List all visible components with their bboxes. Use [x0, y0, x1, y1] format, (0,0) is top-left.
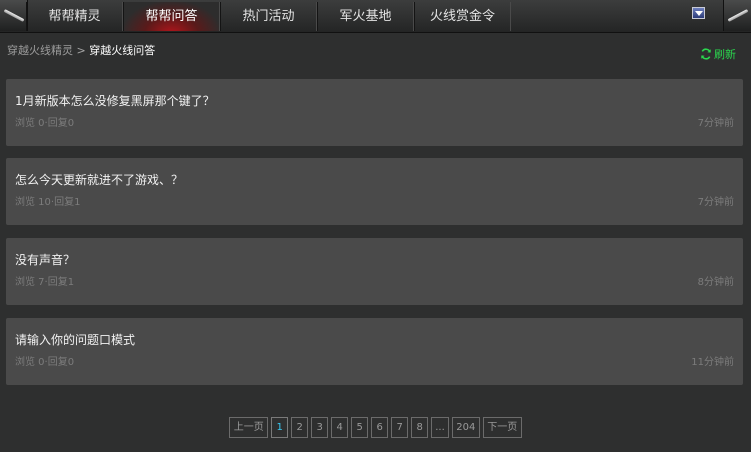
- page-button-current[interactable]: 1: [271, 417, 289, 438]
- tab-bangbang-wenda[interactable]: 帮帮问答: [123, 2, 220, 31]
- refresh-icon: [701, 48, 711, 60]
- question-title[interactable]: 请输入你的问题口模式: [15, 331, 135, 348]
- question-item[interactable]: 没有声音？ 浏览 7·回复1 8分钟前: [6, 238, 743, 305]
- question-title[interactable]: 怎么今天更新就进不了游戏、？: [15, 171, 183, 188]
- page-button[interactable]: 6: [371, 417, 389, 438]
- breadcrumb-root-link[interactable]: 穿越火线精灵: [7, 44, 73, 57]
- tab-junhuo-jidi[interactable]: 军火基地: [317, 2, 414, 31]
- next-page-button[interactable]: 下一页: [482, 417, 522, 438]
- question-stats: 浏览 7·回复1: [15, 277, 75, 288]
- tab-remen-huodong[interactable]: 热门活动: [220, 2, 317, 31]
- tab-bangbang-jingling[interactable]: 帮帮精灵: [26, 2, 123, 31]
- question-item[interactable]: 1月新版本怎么没修复黑屏那个键了？ 浏览 0·回复0 7分钟前: [6, 79, 743, 146]
- right-blade-ornament: [723, 0, 751, 31]
- chevron-down-icon[interactable]: [692, 7, 705, 19]
- page-button[interactable]: 2: [291, 417, 309, 438]
- question-stats: 浏览 0·回复0: [15, 118, 75, 129]
- left-blade-ornament: [0, 0, 28, 31]
- page-ellipsis: ...: [431, 417, 449, 438]
- refresh-button[interactable]: 刷新: [700, 46, 736, 62]
- question-time: 8分钟前: [697, 277, 734, 288]
- question-stats: 浏览 10·回复1: [15, 197, 81, 208]
- pagination: 上一页 1 2 3 4 5 6 7 8 ... 204 下一页: [0, 417, 751, 438]
- breadcrumb-current: 穿越火线问答: [89, 44, 156, 57]
- breadcrumb-separator: >: [76, 44, 86, 57]
- tab-huoxian-shangjinling[interactable]: 火线赏金令: [414, 2, 511, 31]
- page-button[interactable]: 4: [331, 417, 349, 438]
- question-item[interactable]: 请输入你的问题口模式 浏览 0·回复0 11分钟前: [6, 318, 743, 385]
- page-button-last[interactable]: 204: [451, 417, 480, 438]
- question-title[interactable]: 1月新版本怎么没修复黑屏那个键了？: [15, 92, 215, 109]
- page-button[interactable]: 7: [391, 417, 409, 438]
- page-button[interactable]: 8: [411, 417, 429, 438]
- question-time: 11分钟前: [691, 357, 734, 368]
- question-stats: 浏览 0·回复0: [15, 357, 75, 368]
- question-title[interactable]: 没有声音？: [15, 251, 75, 268]
- page-button[interactable]: 5: [351, 417, 369, 438]
- prev-page-button[interactable]: 上一页: [229, 417, 269, 438]
- question-time: 7分钟前: [697, 197, 734, 208]
- question-time: 7分钟前: [697, 118, 734, 129]
- question-item[interactable]: 怎么今天更新就进不了游戏、？ 浏览 10·回复1 7分钟前: [6, 158, 743, 225]
- page-button[interactable]: 3: [311, 417, 329, 438]
- top-nav-bar: 帮帮精灵 帮帮问答 热门活动 军火基地 火线赏金令: [0, 0, 751, 33]
- nav-tabs: 帮帮精灵 帮帮问答 热门活动 军火基地 火线赏金令: [26, 2, 511, 31]
- refresh-label: 刷新: [714, 48, 736, 61]
- breadcrumb: 穿越火线精灵 > 穿越火线问答: [7, 42, 155, 58]
